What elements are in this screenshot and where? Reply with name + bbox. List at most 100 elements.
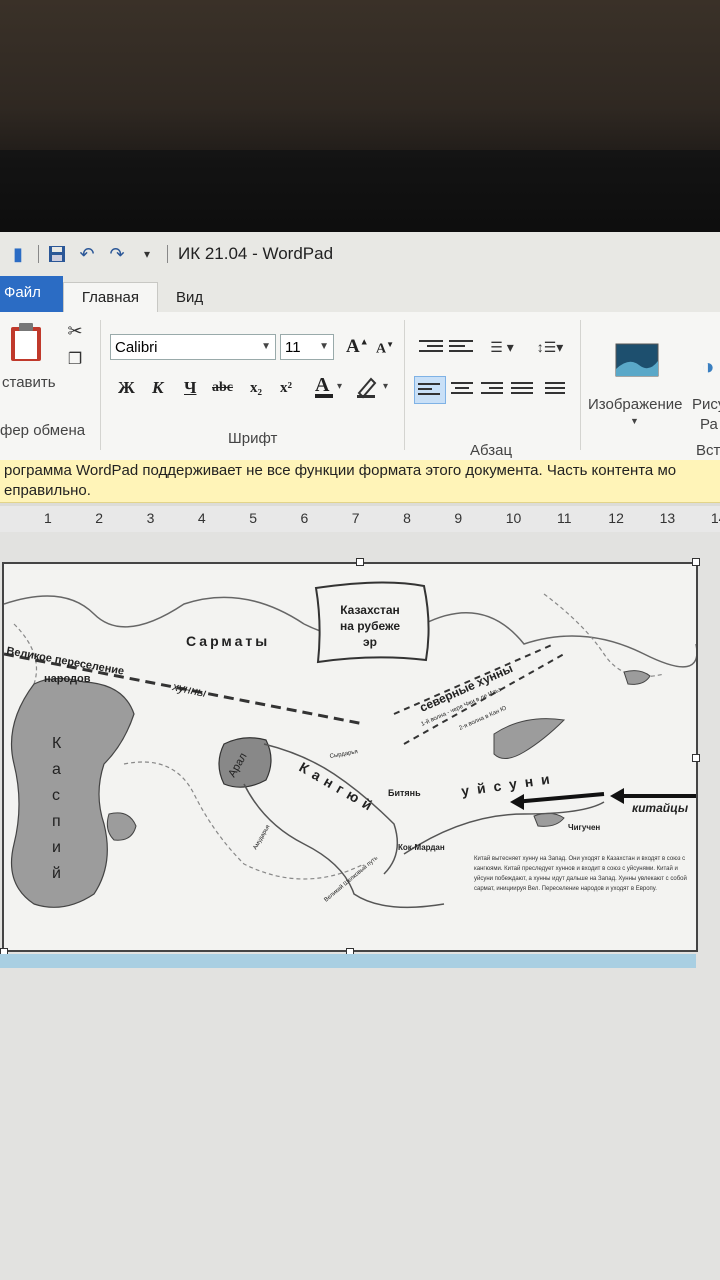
- drawing-button-label-2[interactable]: Ра: [700, 416, 718, 433]
- tab-home[interactable]: Главная: [62, 282, 158, 312]
- window-title: ИК 21.04 - WordPad: [178, 244, 334, 263]
- ribbon-tabs: Файл Главная Вид: [0, 276, 720, 313]
- map-caption: Китай вытесняет хунну на Запад. Они уход…: [474, 856, 687, 892]
- redo-icon[interactable]: ↷: [105, 242, 129, 266]
- map-title-line2: на рубеже: [340, 619, 400, 633]
- tab-view[interactable]: Вид: [158, 283, 221, 312]
- ruler-mark: 12: [608, 510, 624, 526]
- title-bar: ▮ ↶ ↷ ▾ ИК 21.04 - WordPad: [0, 232, 720, 276]
- label-sarmaty: Сарматы: [186, 633, 270, 649]
- ruler-mark: 7: [351, 510, 360, 526]
- increase-indent-icon[interactable]: [448, 336, 474, 358]
- ribbon: ставить ✂ ❐ фер обмена Calibri ▼ 11 ▼ A▲…: [0, 312, 720, 461]
- resize-handle[interactable]: [356, 558, 364, 566]
- copy-icon[interactable]: ❐: [64, 348, 86, 370]
- underline-button[interactable]: Ч: [184, 378, 196, 398]
- divider: [404, 320, 405, 450]
- cut-icon[interactable]: ✂: [64, 320, 86, 342]
- label-great-migration-2: народов: [44, 673, 91, 685]
- document-bottom-strip: [0, 954, 696, 968]
- ruler-mark: 11: [557, 510, 572, 526]
- paint-icon[interactable]: ◑: [696, 352, 720, 382]
- svg-text:A: A: [315, 374, 330, 396]
- highlight-icon[interactable]: ▾: [354, 372, 394, 402]
- clipboard-group-label: фер обмена: [0, 422, 86, 439]
- decrease-indent-icon[interactable]: [418, 336, 444, 358]
- paragraph-group-label: Абзац: [470, 442, 513, 459]
- divider: [38, 245, 39, 263]
- infobar-text-line1: рограмма WordPad поддерживает не все фун…: [4, 462, 677, 479]
- resize-handle[interactable]: [692, 754, 700, 762]
- insert-group-label: Вста: [696, 442, 720, 459]
- chevron-down-icon: ▼: [319, 341, 329, 352]
- divider: [580, 320, 581, 450]
- label-china: китайцы: [632, 801, 689, 815]
- font-size-dropdown[interactable]: 11 ▼: [280, 334, 334, 360]
- resize-handle[interactable]: [692, 558, 700, 566]
- subscript-button[interactable]: x₂: [250, 380, 262, 397]
- app-icon[interactable]: ▮: [6, 242, 30, 266]
- picture-icon[interactable]: [614, 342, 660, 378]
- font-group-label: Шрифт: [228, 430, 278, 447]
- svg-text:▾: ▾: [337, 381, 342, 392]
- ruler-mark: 4: [197, 510, 206, 526]
- font-size-value: 11: [285, 338, 301, 356]
- caspian-letter: и: [52, 839, 61, 856]
- svg-text:▾: ▾: [383, 381, 388, 392]
- caspian-letter: К: [52, 735, 62, 752]
- font-color-icon[interactable]: A ▾: [312, 372, 348, 402]
- ruler-mark: 6: [300, 510, 309, 526]
- undo-icon[interactable]: ↶: [75, 242, 99, 266]
- caspian-letter: п: [52, 813, 61, 830]
- tab-file[interactable]: Файл: [0, 276, 63, 312]
- italic-button[interactable]: К: [152, 378, 164, 398]
- chevron-down-icon: ▼: [630, 416, 639, 426]
- font-name-value: Calibri: [115, 338, 158, 356]
- infobar-text-line2: еправильно.: [4, 482, 91, 499]
- monitor-bezel: [0, 150, 720, 240]
- ruler-mark: 8: [403, 510, 411, 526]
- label-kok-mardan: Кок-Мардан: [398, 843, 445, 852]
- document-area: Казахстан на рубеже эр Сарматы Великое п…: [0, 532, 720, 1280]
- map-title-line3: эр: [363, 635, 377, 649]
- ruler-mark: 10: [505, 510, 522, 526]
- caspian-letter: а: [52, 761, 61, 778]
- align-right-button[interactable]: [478, 376, 508, 402]
- paste-icon[interactable]: [6, 320, 46, 364]
- image-button-label[interactable]: Изображение: [588, 396, 683, 413]
- ruler-mark: 2: [95, 510, 104, 526]
- ruler-mark: 9: [454, 510, 463, 526]
- label-bitjan: Битянь: [388, 788, 421, 798]
- superscript-button[interactable]: x²: [280, 380, 292, 397]
- divider: [167, 245, 168, 263]
- shrink-font-icon[interactable]: A▼: [376, 340, 394, 358]
- bold-button[interactable]: Ж: [118, 378, 135, 398]
- ruler-mark: 3: [146, 510, 155, 526]
- drawing-button-label[interactable]: Рису: [692, 396, 720, 413]
- wordpad-window: ▮ ↶ ↷ ▾ ИК 21.04 - WordPad Файл Главная …: [0, 232, 720, 1280]
- divider: [100, 320, 101, 450]
- chevron-down-icon: ▼: [261, 341, 271, 352]
- grow-font-icon[interactable]: A▲: [346, 336, 369, 358]
- ruler-mark: 14: [710, 510, 720, 526]
- align-center-button[interactable]: [448, 376, 478, 402]
- align-left-button[interactable]: [414, 376, 446, 404]
- font-name-dropdown[interactable]: Calibri ▼: [110, 334, 276, 360]
- embedded-map-image[interactable]: Казахстан на рубеже эр Сарматы Великое п…: [2, 562, 698, 952]
- ruler[interactable]: 1234567891011121314: [0, 506, 720, 533]
- map-title-line1: Казахстан: [340, 603, 400, 617]
- caspian-letter: й: [52, 865, 61, 882]
- ruler-mark: 13: [659, 510, 676, 526]
- line-spacing-icon[interactable]: ↕☰▾: [530, 336, 570, 358]
- bullet-list-icon[interactable]: ☰ ▾: [482, 336, 522, 358]
- ruler-mark: 1: [44, 510, 52, 526]
- compatibility-infobar: рограмма WordPad поддерживает не все фун…: [0, 460, 720, 503]
- strikethrough-button[interactable]: abc: [212, 380, 233, 396]
- caspian-letter: с: [52, 787, 60, 804]
- paragraph-settings-icon[interactable]: [542, 376, 572, 402]
- save-icon[interactable]: [45, 242, 69, 266]
- customize-toolbar-icon[interactable]: ▾: [135, 242, 159, 266]
- justify-button[interactable]: [508, 376, 538, 402]
- label-chuguchen: Чигучен: [568, 823, 600, 832]
- paste-label[interactable]: ставить: [2, 374, 56, 391]
